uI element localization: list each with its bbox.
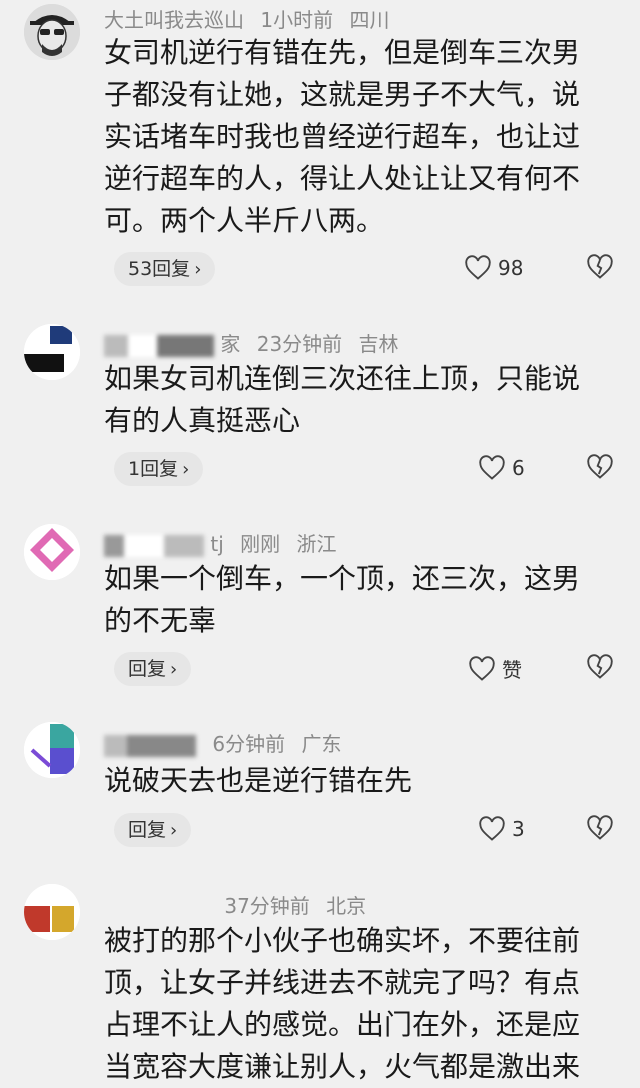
username[interactable]: 大土叫我去巡山	[104, 8, 244, 32]
avatar-hat-man-image	[24, 4, 80, 60]
comment-meta: tj 刚刚 浙江	[104, 528, 336, 557]
blurred-username-mask	[104, 534, 204, 557]
comment-actions: 回复 › 赞	[104, 652, 614, 686]
comment-text: 女司机逆行有错在先，但是倒车三次男子都没有让她，这就是男子不大气，说实话堵车时我…	[104, 36, 581, 237]
heart-outline-icon	[479, 454, 505, 480]
comment-meta: 大土叫我去巡山 1小时前 四川	[104, 4, 389, 33]
chevron-right-icon: ›	[194, 259, 202, 280]
reply-button[interactable]: 1回复 ›	[114, 452, 204, 486]
comment-location: 四川	[349, 8, 390, 32]
like-button[interactable]: 赞	[468, 654, 522, 683]
comment-meta: 家 23分钟前 吉林	[104, 328, 399, 357]
heart-outline-icon	[465, 254, 491, 280]
username[interactable]: 家	[220, 332, 240, 356]
comment-time: 23分钟前	[256, 332, 343, 356]
comment-location: 浙江	[296, 532, 337, 556]
comment-time: 37分钟前	[224, 894, 310, 918]
comment-text: 如果女司机连倒三次还往上顶，只能说有的人真挺恶心	[104, 362, 581, 437]
reply-label: 53回复	[128, 258, 191, 280]
chevron-right-icon: ›	[170, 659, 178, 680]
avatar[interactable]	[24, 4, 80, 60]
reply-button[interactable]: 回复 ›	[114, 652, 192, 686]
reply-label: 回复	[128, 819, 167, 841]
broken-heart-icon	[587, 454, 613, 479]
heart-outline-icon	[479, 815, 505, 841]
comment-actions: 53回复 › 98	[104, 252, 614, 286]
comment-actions: 回复 › 3	[104, 813, 614, 847]
avatar[interactable]	[24, 722, 80, 778]
comment-location: 吉林	[358, 332, 399, 356]
comment-text: 被打的那个小伙子也确实坏，不要往前顶，让女子并线进去不就完了吗？有点占理不让人的…	[104, 924, 581, 1083]
comment-meta: 37分钟前 北京	[104, 890, 366, 919]
blurred-username-mask	[104, 334, 214, 357]
like-button[interactable]: 3	[478, 815, 525, 842]
reply-label: 1回复	[128, 458, 179, 480]
broken-heart-icon	[587, 654, 613, 679]
broken-heart-icon	[587, 815, 613, 840]
comment-location: 广东	[301, 732, 342, 756]
dislike-button[interactable]	[586, 454, 614, 484]
comment-time: 刚刚	[240, 532, 281, 556]
blurred-username-mask	[104, 734, 196, 757]
avatar-image	[24, 884, 80, 940]
avatar-image	[24, 524, 80, 580]
dislike-button[interactable]	[586, 254, 614, 284]
comment-text: 说破天去也是逆行错在先	[104, 764, 413, 797]
comment-actions: 1回复 › 6	[104, 452, 614, 486]
comment-location: 北京	[326, 894, 367, 918]
chevron-right-icon: ›	[182, 459, 190, 480]
like-button[interactable]: 98	[464, 254, 523, 281]
dislike-button[interactable]	[586, 815, 614, 845]
like-button[interactable]: 6	[478, 454, 525, 481]
dislike-button[interactable]	[586, 654, 614, 684]
avatar[interactable]	[24, 884, 80, 940]
avatar[interactable]	[24, 524, 80, 580]
avatar-image	[24, 722, 80, 778]
reply-button[interactable]: 回复 ›	[114, 813, 192, 847]
like-count: 赞	[502, 658, 522, 682]
comment-text: 如果一个倒车，一个顶，还三次，这男的不无辜	[104, 562, 581, 637]
broken-heart-icon	[587, 254, 613, 279]
avatar[interactable]	[24, 324, 80, 380]
comment-meta: 6分钟前 广东	[104, 728, 341, 757]
chevron-right-icon: ›	[170, 820, 178, 841]
comment-time: 1小时前	[260, 8, 334, 32]
blurred-username-mask	[104, 897, 208, 919]
avatar-image	[24, 324, 80, 380]
heart-outline-icon	[469, 655, 495, 681]
like-count: 6	[512, 455, 525, 480]
username[interactable]: tj	[210, 532, 223, 556]
reply-label: 回复	[128, 658, 167, 680]
like-count: 3	[512, 816, 525, 841]
reply-button[interactable]: 53回复 ›	[114, 252, 216, 286]
like-count: 98	[498, 255, 524, 280]
comment-time: 6分钟前	[212, 732, 286, 756]
